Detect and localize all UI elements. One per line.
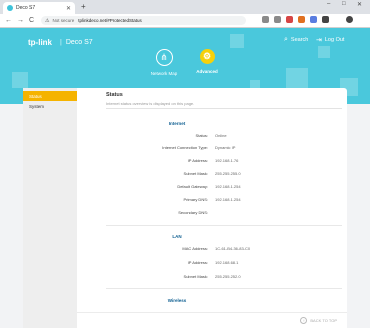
internet-heading: Internet xyxy=(168,121,186,126)
row-value: Online xyxy=(215,133,227,138)
row-label: MAC Address: xyxy=(182,246,208,251)
extension-icon[interactable] xyxy=(322,16,329,23)
divider xyxy=(106,288,342,289)
row-value: Dynamic IP xyxy=(215,145,236,150)
page-subtitle: Internet status overview is displayed on… xyxy=(106,101,195,106)
network-map-label: Network Map xyxy=(150,71,178,76)
row-value: 192.168.68.1 xyxy=(215,260,239,265)
tplink-logo: tp-link xyxy=(28,38,52,47)
search-label: Search xyxy=(290,37,309,43)
row-value: 1C-61-B4-36-83-C0 xyxy=(215,246,251,251)
tab-advanced[interactable]: ⚙ Advanced xyxy=(182,49,232,74)
browser-tab[interactable]: Deco S7 ✕ xyxy=(3,2,75,14)
new-tab-button[interactable]: + xyxy=(81,2,86,12)
row-value: 192.168.1.254 xyxy=(215,197,241,202)
wireless-heading: Wireless xyxy=(167,298,187,303)
search-icon: ⌕ xyxy=(284,36,288,43)
gear-icon: ⚙ xyxy=(199,49,215,64)
divider xyxy=(106,225,342,226)
row-value: 255.255.255.0 xyxy=(215,171,241,176)
logout-label: Log Out xyxy=(324,37,345,43)
decor-square xyxy=(318,46,330,58)
extension-icon[interactable] xyxy=(310,16,317,23)
status-content: Status Internet status overview is displ… xyxy=(77,88,347,328)
logout-icon: ⇥ xyxy=(316,37,322,44)
close-window-button[interactable]: ✕ xyxy=(357,1,362,8)
decor-square xyxy=(286,68,308,90)
back-to-top-label: BACK TO TOP xyxy=(310,318,337,323)
decor-square xyxy=(230,34,244,48)
search-link[interactable]: ⌕ Search xyxy=(284,36,308,44)
brand: tp-link | Deco S7 xyxy=(28,38,93,47)
bottom-bar: ↑ BACK TO TOP xyxy=(77,312,347,329)
network-map-icon: ⋔ xyxy=(155,49,173,66)
row-label: Primary DNS: xyxy=(183,197,208,202)
row-label: Subnet Mask: xyxy=(183,274,208,279)
minimize-button[interactable]: – xyxy=(327,1,330,7)
security-label: Not secure xyxy=(52,18,75,23)
extension-icon[interactable] xyxy=(298,16,305,23)
decor-square xyxy=(12,72,28,88)
warning-icon: ⚠ xyxy=(45,17,50,24)
url-text: tplinkdeco.net/#ProtectedStatus xyxy=(78,18,142,23)
browser-tab-bar: Deco S7 ✕ + – □ ✕ xyxy=(0,0,370,14)
logout-link[interactable]: ⇥ Log Out xyxy=(316,36,344,44)
sidebar: Status System xyxy=(23,88,77,328)
row-label: IP Address: xyxy=(187,260,208,265)
extension-icon[interactable] xyxy=(274,16,281,23)
brand-separator: | xyxy=(60,39,62,46)
page-title: Status xyxy=(106,92,123,98)
row-label: IP Address: xyxy=(187,158,208,163)
row-label: Status: xyxy=(195,133,208,138)
tab-close-icon[interactable]: ✕ xyxy=(66,5,71,12)
extension-icon[interactable] xyxy=(262,16,269,23)
tplink-favicon-icon xyxy=(7,5,13,11)
product-name: Deco S7 xyxy=(65,39,93,46)
row-label: Internet Connection Type: xyxy=(162,145,208,150)
row-value: 255.255.252.0 xyxy=(215,274,241,279)
sidebar-item-status[interactable]: Status xyxy=(23,91,77,101)
lan-heading: LAN xyxy=(172,234,182,239)
row-value: 192.168.1.254 xyxy=(215,184,241,189)
divider xyxy=(106,108,342,109)
row-label: Secondary DNS: xyxy=(178,210,208,215)
profile-avatar[interactable] xyxy=(346,16,353,23)
maximize-button[interactable]: □ xyxy=(342,1,346,7)
row-value: 192.168.1.76 xyxy=(215,158,239,163)
advanced-label: Advanced xyxy=(196,69,218,74)
url-input[interactable]: ⚠ Not secure tplinkdeco.net/#ProtectedSt… xyxy=(41,16,246,25)
sidebar-item-system[interactable]: System xyxy=(23,101,77,111)
tab-title: Deco S7 xyxy=(16,5,36,11)
back-to-top-button[interactable]: ↑ BACK TO TOP xyxy=(300,317,337,324)
forward-button[interactable]: → xyxy=(17,16,24,25)
row-label: Subnet Mask: xyxy=(183,171,208,176)
back-button[interactable]: ← xyxy=(5,16,12,25)
extension-icon[interactable] xyxy=(286,16,293,23)
row-label: Default Gateway: xyxy=(177,184,208,189)
reload-button[interactable]: C xyxy=(29,16,34,25)
arrow-up-icon: ↑ xyxy=(300,317,308,324)
